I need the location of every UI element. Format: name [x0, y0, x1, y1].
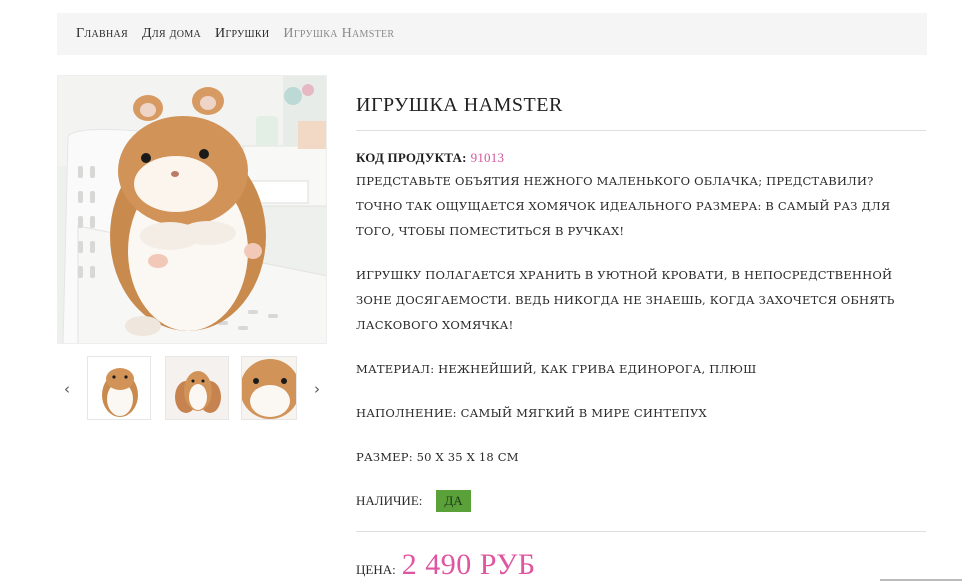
availability-label: НАЛИЧИЕ: [356, 493, 423, 508]
chevron-right-icon[interactable]: › [307, 378, 327, 400]
hamster-closeup-thumb-image [242, 357, 296, 419]
product-code-row: КОД ПРОДУКТА: 91013 [356, 147, 926, 169]
size-line: РАЗМЕР: 50 Х 35 Х 18 СМ [356, 450, 519, 464]
thumbnail-strip: ‹ › [57, 356, 327, 422]
price-row: ЦЕНА: 2 490 РУБ [356, 548, 926, 582]
price-value: 2 490 РУБ [401, 548, 536, 581]
thumbnail-1[interactable] [87, 356, 151, 420]
product-title: ИГРУШКА HAMSTER [356, 94, 563, 116]
description-paragraph-2: ИГРУШКУ ПОЛАГАЕТСЯ ХРАНИТЬ В УЮТНОЙ КРОВ… [356, 263, 926, 338]
divider-top [356, 130, 926, 131]
description-line: ТОЧНО ТАК ОЩУЩАЕТСЯ ХОМЯЧОК ИДЕАЛЬНОГО Р… [356, 199, 891, 213]
breadcrumb-toys[interactable]: Игрушки [215, 26, 269, 42]
divider-bottom [356, 531, 926, 532]
description-line: ПРЕДСТАВЬТЕ ОБЪЯТИЯ НЕЖНОГО МАЛЕНЬКОГО О… [356, 174, 874, 188]
description-paragraph-1: ПРЕДСТАВЬТЕ ОБЪЯТИЯ НЕЖНОГО МАЛЕНЬКОГО О… [356, 169, 926, 244]
main-product-photo[interactable] [57, 75, 327, 344]
availability-badge: ДА [436, 490, 471, 512]
description-line: ИГРУШКУ ПОЛАГАЕТСЯ ХРАНИТЬ В УЮТНОЙ КРОВ… [356, 268, 893, 282]
hamster-photo-image [58, 76, 326, 343]
material-line: МАТЕРИАЛ: НЕЖНЕЙШИЙ, КАК ГРИВА ЕДИНОРОГА… [356, 362, 757, 376]
hamster-cluster-thumb-image [166, 357, 228, 419]
product-code-value: 91013 [470, 150, 505, 165]
product-info: ИГРУШКА HAMSTER КОД ПРОДУКТА: 91013 ПРЕД… [356, 80, 926, 582]
description-line: ТОГО, ЧТОБЫ ПОМЕСТИТЬСЯ В РУЧКАХ! [356, 224, 625, 238]
availability-row: НАЛИЧИЕ: ДА [356, 489, 926, 513]
breadcrumb-home[interactable]: Главная [76, 26, 128, 42]
price-label: ЦЕНА: [356, 562, 396, 577]
thumbnail-2[interactable] [165, 356, 229, 420]
thumbnail-3[interactable] [241, 356, 297, 420]
breadcrumb: Главная Для дома Игрушки Игрушка Hamster [57, 13, 927, 55]
product-code-label: КОД ПРОДУКТА: [356, 150, 467, 165]
breadcrumb-current: Игрушка Hamster [283, 26, 395, 41]
filling-line: НАПОЛНЕНИЕ: САМЫЙ МЯГКИЙ В МИРЕ СИНТЕПУХ [356, 406, 707, 420]
breadcrumb-for-home[interactable]: Для дома [142, 26, 201, 42]
chevron-left-icon[interactable]: ‹ [57, 378, 77, 400]
hamster-thumb-image [88, 357, 150, 419]
description-line: ЗОНЕ ДОСЯГАЕМОСТИ. ВЕДЬ НИКОГДА НЕ ЗНАЕШ… [356, 293, 895, 307]
divider-corner [880, 579, 962, 581]
description-line: ЛАСКОВОГО ХОМЯЧКА! [356, 318, 514, 332]
